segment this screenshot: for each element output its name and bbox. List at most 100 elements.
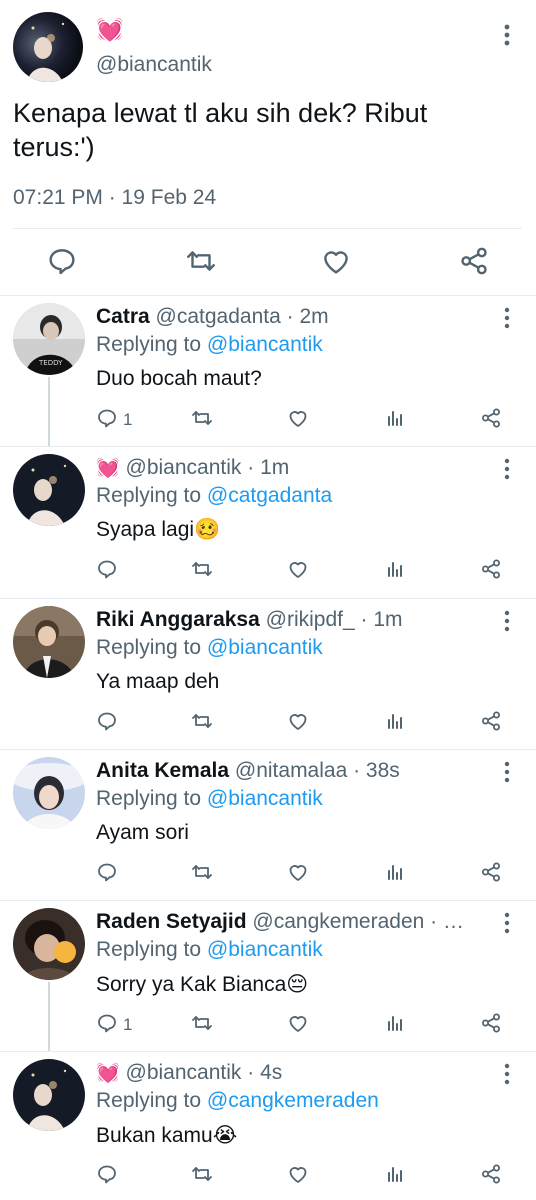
replying-to-handle[interactable]: @biancantik: [207, 787, 323, 810]
more-icon[interactable]: [497, 305, 517, 331]
reply-actions: [0, 1163, 536, 1189]
analytics-action[interactable]: [383, 407, 407, 433]
share-action[interactable]: [479, 861, 503, 887]
author-name[interactable]: 💓: [96, 458, 120, 479]
share-action[interactable]: [479, 558, 503, 584]
svg-text:TEDDY: TEDDY: [38, 359, 63, 367]
more-icon[interactable]: [497, 910, 517, 936]
divider: [0, 598, 536, 599]
author-name[interactable]: 💓: [96, 1063, 120, 1084]
avatar[interactable]: [13, 1059, 85, 1131]
reply-action[interactable]: [95, 1163, 119, 1189]
share-icon: [479, 1011, 503, 1040]
author-name[interactable]: Anita Kemala: [96, 759, 229, 782]
reply-text: Ayam sori: [96, 821, 189, 844]
reply-actions: 1: [0, 407, 536, 433]
more-icon[interactable]: [497, 456, 517, 482]
replying-to-handle[interactable]: @cangkemeraden: [207, 1089, 379, 1112]
replying-to: Replying to @biancantik: [96, 787, 323, 811]
retweet-icon[interactable]: [184, 244, 218, 278]
author-handle[interactable]: @biancantik: [126, 456, 242, 479]
like-icon[interactable]: [319, 244, 353, 278]
reply-icon: [95, 1162, 119, 1191]
analytics-icon: [383, 1162, 407, 1191]
avatar[interactable]: [13, 454, 85, 526]
reply-text: Duo bocah maut?: [96, 367, 262, 390]
more-icon[interactable]: [497, 20, 517, 50]
author-handle[interactable]: @biancantik: [126, 1061, 242, 1084]
author-handle[interactable]: @nitamalaa: [235, 759, 347, 782]
reply-action[interactable]: 1: [95, 1012, 132, 1038]
reply-tweet: 💓 @biancantik · 1m Replying to @catgadant…: [0, 446, 536, 598]
author-name[interactable]: Raden Setyajid: [96, 910, 247, 933]
replying-to-handle[interactable]: @biancantik: [207, 333, 323, 356]
author-handle[interactable]: @cangkemeraden: [252, 910, 424, 933]
reply-action[interactable]: [95, 558, 119, 584]
like-action[interactable]: [286, 558, 310, 584]
analytics-icon: [383, 860, 407, 889]
share-icon: [479, 406, 503, 435]
avatar[interactable]: [13, 606, 85, 678]
author-name[interactable]: Catra: [96, 305, 150, 328]
more-icon[interactable]: [497, 759, 517, 785]
reply-timestamp: · 2m: [286, 305, 329, 328]
share-action[interactable]: [479, 710, 503, 736]
reply-timestamp: · 1m: [247, 456, 290, 479]
retweet-action[interactable]: [190, 407, 214, 433]
retweet-action[interactable]: [190, 861, 214, 887]
reply-icon[interactable]: [45, 244, 79, 278]
like-action[interactable]: [286, 1012, 310, 1038]
analytics-action[interactable]: [383, 558, 407, 584]
retweet-icon: [190, 406, 214, 435]
replying-to: Replying to @catgadanta: [96, 484, 332, 508]
replying-to: Replying to @cangkemeraden: [96, 1089, 379, 1113]
replying-to-handle[interactable]: @biancantik: [207, 636, 323, 659]
share-action[interactable]: [479, 407, 503, 433]
reply-text: Bukan kamu😭: [96, 1124, 238, 1147]
reply-header: 💓 @biancantik · 4s: [96, 1061, 486, 1085]
more-icon[interactable]: [497, 608, 517, 634]
reply-tweet: Raden Setyajid @cangkemeraden · … Replyin…: [0, 900, 536, 1052]
replying-to-handle[interactable]: @biancantik: [207, 938, 323, 961]
analytics-action[interactable]: [383, 861, 407, 887]
reply-count: 1: [123, 1015, 133, 1034]
avatar[interactable]: [13, 908, 85, 980]
replying-to: Replying to @biancantik: [96, 333, 323, 357]
like-icon: [286, 860, 310, 889]
share-icon[interactable]: [457, 244, 491, 278]
avatar[interactable]: [13, 757, 85, 829]
retweet-action[interactable]: [190, 1012, 214, 1038]
like-action[interactable]: [286, 710, 310, 736]
retweet-icon: [190, 1162, 214, 1191]
replying-to-handle[interactable]: @catgadanta: [207, 484, 332, 507]
author-handle[interactable]: @biancantik: [96, 53, 212, 77]
replying-label: Replying to: [96, 484, 202, 507]
share-action[interactable]: [479, 1012, 503, 1038]
retweet-icon: [190, 860, 214, 889]
analytics-action[interactable]: [383, 1163, 407, 1189]
reply-action[interactable]: [95, 710, 119, 736]
like-action[interactable]: [286, 861, 310, 887]
reply-count: 1: [123, 410, 133, 429]
avatar[interactable]: TEDDY: [13, 303, 85, 375]
reply-tweet: Anita Kemala @nitamalaa · 38s Replying to…: [0, 749, 536, 900]
retweet-action[interactable]: [190, 710, 214, 736]
retweet-action[interactable]: [190, 1163, 214, 1189]
reply-icon: [95, 557, 119, 586]
avatar[interactable]: [13, 12, 83, 82]
author-name[interactable]: Riki Anggaraksa: [96, 608, 260, 631]
share-action[interactable]: [479, 1163, 503, 1189]
reply-action[interactable]: 1: [95, 407, 132, 433]
analytics-action[interactable]: [383, 1012, 407, 1038]
more-icon[interactable]: [497, 1061, 517, 1087]
reply-action[interactable]: [95, 861, 119, 887]
author-handle[interactable]: @rikipdf_: [266, 608, 355, 631]
like-action[interactable]: [286, 1163, 310, 1189]
retweet-action[interactable]: [190, 558, 214, 584]
like-action[interactable]: [286, 407, 310, 433]
analytics-action[interactable]: [383, 710, 407, 736]
reply-actions: 1: [0, 1012, 536, 1038]
reply-text: Sorry ya Kak Bianca😔: [96, 973, 309, 996]
author-handle[interactable]: @catgadanta: [156, 305, 281, 328]
tweet-actions: [0, 244, 536, 280]
